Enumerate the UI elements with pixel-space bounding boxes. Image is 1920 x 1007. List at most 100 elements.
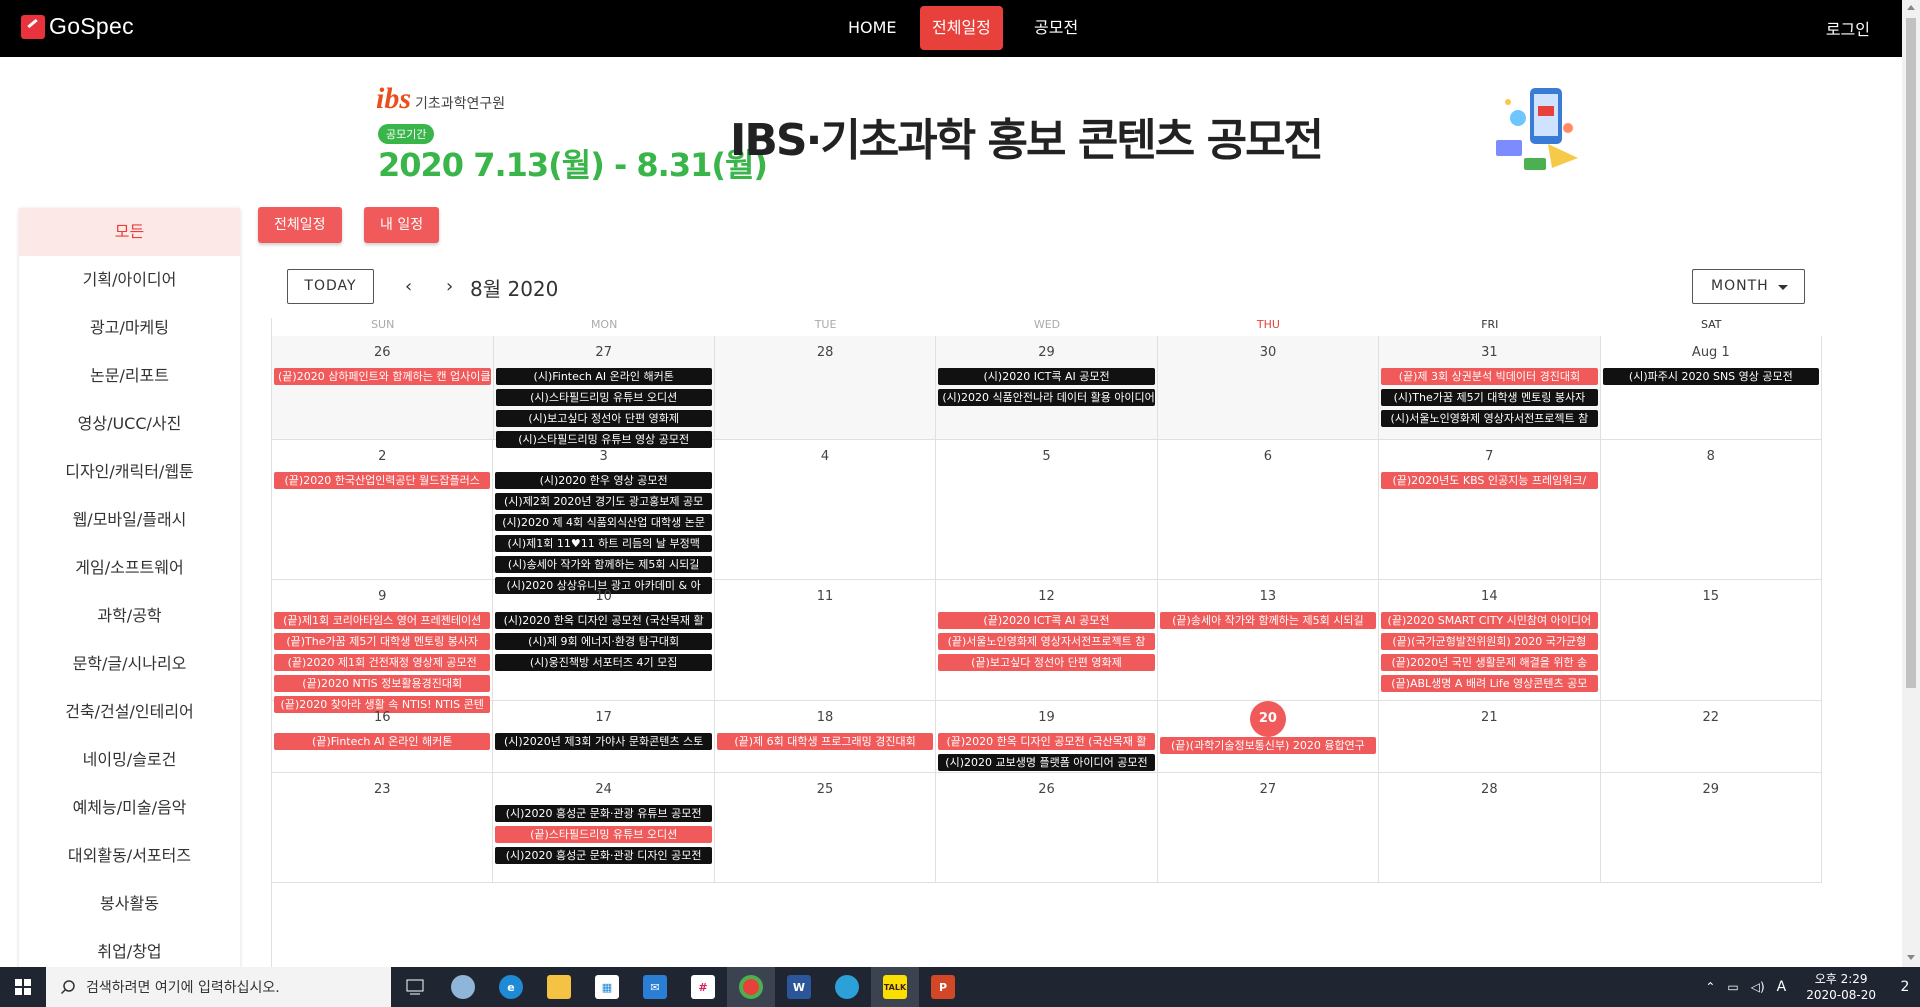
nav-home-link[interactable]: HOME [836,6,909,50]
calendar-day-cell[interactable]: 28 [1379,773,1601,882]
slack-icon[interactable]: # [679,967,727,1007]
volume-icon[interactable]: ◁) [1751,980,1765,994]
calendar-event[interactable]: (시)2020 교보생명 플랫폼 아이디어 공모전 [938,754,1155,771]
calendar-event[interactable]: (끝)제1회 코리아타임스 영어 프레젠테이션 [274,612,491,629]
calendar-day-cell[interactable]: 27 [1158,773,1380,882]
calendar-event[interactable]: (시)제2회 2020년 경기도 광고홍보제 공모 [495,493,712,510]
sidebar-category[interactable]: 예체능/미술/음악 [19,784,240,832]
calendar-event[interactable]: (시)2020 한옥 디자인 공모전 (국산목재 활 [495,612,712,629]
calendar-event[interactable]: (끝)2020 제1회 건전재정 영상제 공모전 [274,654,491,671]
calendar-day-cell[interactable]: 29 [1601,773,1822,882]
edge-icon[interactable]: e [487,967,535,1007]
kakaotalk-icon[interactable]: TALK [871,967,919,1007]
sidebar-category[interactable]: 기획/아이디어 [19,256,240,304]
calendar-event[interactable]: (끝)(국가균형발전위원회) 2020 국가균형 [1381,633,1598,650]
calendar-day-cell[interactable]: 26 (끝)2020 삼하페인트와 함께하는 캔 업사이클링 [272,336,494,439]
calendar-event[interactable]: (시)웅진책방 서포터즈 4기 모집 [495,654,712,671]
word-icon[interactable]: W [775,967,823,1007]
sidebar-category[interactable]: 봉사활동 [19,880,240,928]
notification-icon[interactable]: 2 [1890,979,1920,995]
calendar-event[interactable]: (시)2020 식품안전나라 데이터 활용 아이디어 [938,389,1155,406]
sidebar-category[interactable]: 디자인/캐릭터/웹툰 [19,448,240,496]
calendar-day-cell[interactable]: 11 [715,580,937,700]
calendar-event[interactable]: (시)송세아 작가와 함께하는 제5회 시되길 [495,556,712,573]
calendar-event[interactable]: (끝)2020 SMART CITY 시민참여 아이디어 [1381,612,1598,629]
mail-icon[interactable]: ✉ [631,967,679,1007]
calendar-event[interactable]: (시)파주시 2020 SNS 영상 공모전 [1602,368,1820,385]
paint-icon[interactable] [439,967,487,1007]
calendar-day-cell[interactable]: 15 [1601,580,1822,700]
calendar-day-cell[interactable]: 31 (끝)제 3회 상권분석 빅데이터 경진대회 (시)The가꿈 제5기 대학생… [1379,336,1601,439]
sidebar-category[interactable]: 취업/창업 [19,928,240,967]
taskbar-clock[interactable]: 오후 2:29 2020-08-20 [1806,971,1876,1003]
calendar-day-cell[interactable]: 5 [936,440,1158,579]
sidebar-category[interactable]: 광고/마케팅 [19,304,240,352]
calendar-event[interactable]: (시)스타필드리밍 유튜브 오디션 [495,389,712,406]
login-link[interactable]: 로그인 [1826,16,1870,40]
calendar-day-cell[interactable]: 4 [715,440,937,579]
scroll-up-icon[interactable] [1907,5,1915,10]
calendar-day-cell[interactable]: 30 [1157,336,1380,439]
file-explorer-icon[interactable] [535,967,583,1007]
calendar-event[interactable]: (끝)송세아 작가와 함께하는 제5회 시되길 [1159,612,1377,629]
sidebar-category[interactable]: 대외활동/서포터즈 [19,832,240,880]
calendar-day-cell[interactable]: 19 (끝)2020 한옥 디자인 공모전 (국산목재 활 (시)2020 교보생명… [936,701,1158,772]
store-icon[interactable]: ▦ [583,967,631,1007]
today-button[interactable]: TODAY [287,269,374,304]
calendar-day-cell[interactable]: 16 (끝)Fintech AI 온라인 해커톤 [272,701,494,772]
calendar-event[interactable]: (끝)The가꿈 제5기 대학생 멘토링 봉사자 [274,633,491,650]
calendar-event[interactable]: (시)2020년 제3회 가야사 문화콘텐츠 스토 [495,733,712,750]
calendar-event[interactable]: (시)The가꿈 제5기 대학생 멘토링 봉사자 [1381,389,1598,406]
calendar-day-cell[interactable]: 8 [1601,440,1822,579]
calendar-day-cell[interactable]: 6 [1158,440,1380,579]
powerpoint-icon[interactable]: P [919,967,967,1007]
sidebar-category[interactable]: 네이밍/슬로건 [19,736,240,784]
sidebar-category[interactable]: 과학/공학 [19,592,240,640]
ime-indicator[interactable]: A [1777,979,1787,995]
network-icon[interactable]: ▭ [1727,980,1738,994]
next-month-icon[interactable]: › [446,276,453,297]
scroll-thumb[interactable] [1906,18,1916,688]
calendar-event[interactable]: (끝)2020 삼하페인트와 함께하는 캔 업사이클링 [274,368,491,385]
chrome-icon[interactable] [727,967,775,1007]
calendar-day-cell[interactable]: 27 (시)Fintech AI 온라인 해커톤 (시)스타필드리밍 유튜브 오디션… [493,336,715,448]
calendar-event[interactable]: (시)서울노인영화제 영상자서전프로젝트 참 [1381,410,1598,427]
calendar-event[interactable]: (끝)2020 NTIS 정보활용경진대회 [274,675,491,692]
calendar-event[interactable]: (시)2020 ICT콕 AI 공모전 [938,368,1155,385]
calendar-event[interactable]: (끝)제 3회 상권분석 빅데이터 경진대회 [1381,368,1598,385]
sidebar-category[interactable]: 모든 [19,208,240,256]
calendar-day-cell[interactable]: Aug 1 (시)파주시 2020 SNS 영상 공모전 [1601,336,1823,439]
calendar-event[interactable]: (끝)2020 한옥 디자인 공모전 (국산목재 활 [938,733,1155,750]
calendar-event[interactable]: (끝)서울노인영화제 영상자서전프로젝트 참 [938,633,1155,650]
calendar-day-cell[interactable]: 18 (끝)제 6회 대학생 프로그래밍 경진대회 [715,701,937,772]
start-button[interactable] [0,967,46,1007]
calendar-event[interactable]: (시)2020 한우 영상 공모전 [495,472,712,489]
sidebar-category[interactable]: 웹/모바일/플래시 [19,496,240,544]
calendar-day-cell[interactable]: 24 (시)2020 홍성군 문화·관광 유튜브 공모전 (끝)스타필드리밍 유튜브… [493,773,715,882]
calendar-event[interactable]: (끝)(과학기술정보통신부) 2020 융합연구 [1159,737,1377,754]
calendar-day-cell[interactable]: 29 (시)2020 ICT콕 AI 공모전 (시)2020 식품안전나라 데이터 … [936,336,1158,439]
nav-schedule-link[interactable]: 전체일정 [920,6,1003,50]
nav-contest-link[interactable]: 공모전 [1022,6,1090,50]
calendar-event[interactable]: (끝)제 6회 대학생 프로그래밍 경진대회 [716,733,934,750]
calendar-day-cell[interactable]: 10 (시)2020 한옥 디자인 공모전 (국산목재 활 (시)제 9회 에너지·… [493,580,715,700]
sidebar-category[interactable]: 문학/글/시나리오 [19,640,240,688]
calendar-day-cell[interactable]: 23 [272,773,494,882]
calendar-event[interactable]: (끝)2020 ICT콕 AI 공모전 [938,612,1155,629]
calendar-day-cell[interactable]: 9 (끝)제1회 코리아타임스 영어 프레젠테이션 (끝)The가꿈 제5기 대학생… [272,580,494,713]
view-select[interactable]: MONTH [1692,269,1805,304]
calendar-day-cell[interactable]: 7 (끝)2020년도 KBS 인공지능 프레임워크/ [1379,440,1601,579]
calendar-day-cell[interactable]: 12 (끝)2020 ICT콕 AI 공모전 (끝)서울노인영화제 영상자서전프로젝… [936,580,1158,700]
calendar-day-cell[interactable]: 3 (시)2020 한우 영상 공모전 (시)제2회 2020년 경기도 광고홍보제… [493,440,715,594]
calendar-event[interactable]: (시)2020 홍성군 문화·관광 유튜브 공모전 [495,805,712,822]
calendar-day-cell[interactable]: 13 (끝)송세아 작가와 함께하는 제5회 시되길 [1158,580,1380,700]
calendar-event[interactable]: (시)Fintech AI 온라인 해커톤 [495,368,712,385]
calendar-event[interactable]: (시)제1회 11♥11 하트 리듬의 날 부정맥 [495,535,712,552]
calendar-event[interactable]: (시)보고싶다 정선아 단편 영화제 [495,410,712,427]
calendar-event[interactable]: (시)2020 홍성군 문화·관광 디자인 공모전 [495,847,712,864]
calendar-event[interactable]: (끝)스타필드리밍 유튜브 오디션 [495,826,712,843]
calendar-event[interactable]: (끝)2020 한국산업인력공단 월드잡플러스 [274,472,491,489]
scroll-down-icon[interactable] [1907,955,1915,960]
sidebar-category[interactable]: 논문/리포트 [19,352,240,400]
chevron-up-icon[interactable]: ⌃ [1705,980,1715,994]
